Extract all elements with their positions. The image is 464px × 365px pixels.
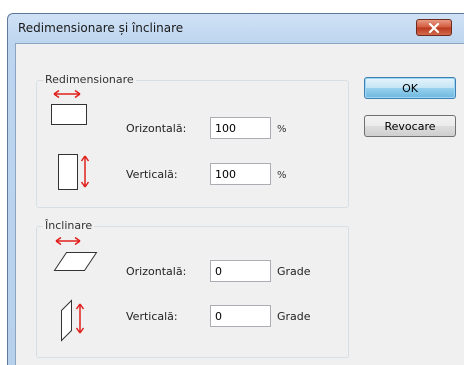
ok-button[interactable]: OK [364,77,456,99]
title-bar[interactable]: Redimensionare și înclinare [8,14,464,43]
skew-vertical-unit: Grade [277,310,311,323]
skew-vertical-input[interactable]: 0 [210,305,271,327]
skew-horizontal-unit: Grade [277,265,311,278]
resize-horizontal-label: Orizontală: [126,122,187,135]
resize-horizontal-unit: % [277,124,287,135]
skew-horizontal-input[interactable]: 0 [210,260,271,282]
resize-group-title: Redimensionare [43,73,136,87]
resize-horizontal-icon [51,89,87,125]
skew-vertical-icon [61,299,85,342]
skew-horizontal-label: Orizontală: [126,265,187,278]
window-title: Redimensionare și înclinare [18,21,184,35]
skew-horizontal-icon [53,236,98,271]
skew-group-title: Înclinare [43,219,95,233]
resize-vertical-unit: % [277,170,287,181]
resize-horizontal-input[interactable]: 100 [210,117,271,139]
resize-vertical-input[interactable]: 100 [210,163,271,185]
dialog-window: Redimensionare și înclinare Redimensiona… [7,13,464,365]
skew-vertical-label: Verticală: [126,310,178,323]
dialog-body: Redimensionare Orizontală: 100 % Vertica… [15,43,464,365]
resize-vertical-icon [58,154,90,190]
resize-vertical-label: Verticală: [126,168,178,181]
close-icon [428,22,440,33]
close-button[interactable] [416,19,452,36]
cancel-button[interactable]: Revocare [364,115,456,137]
